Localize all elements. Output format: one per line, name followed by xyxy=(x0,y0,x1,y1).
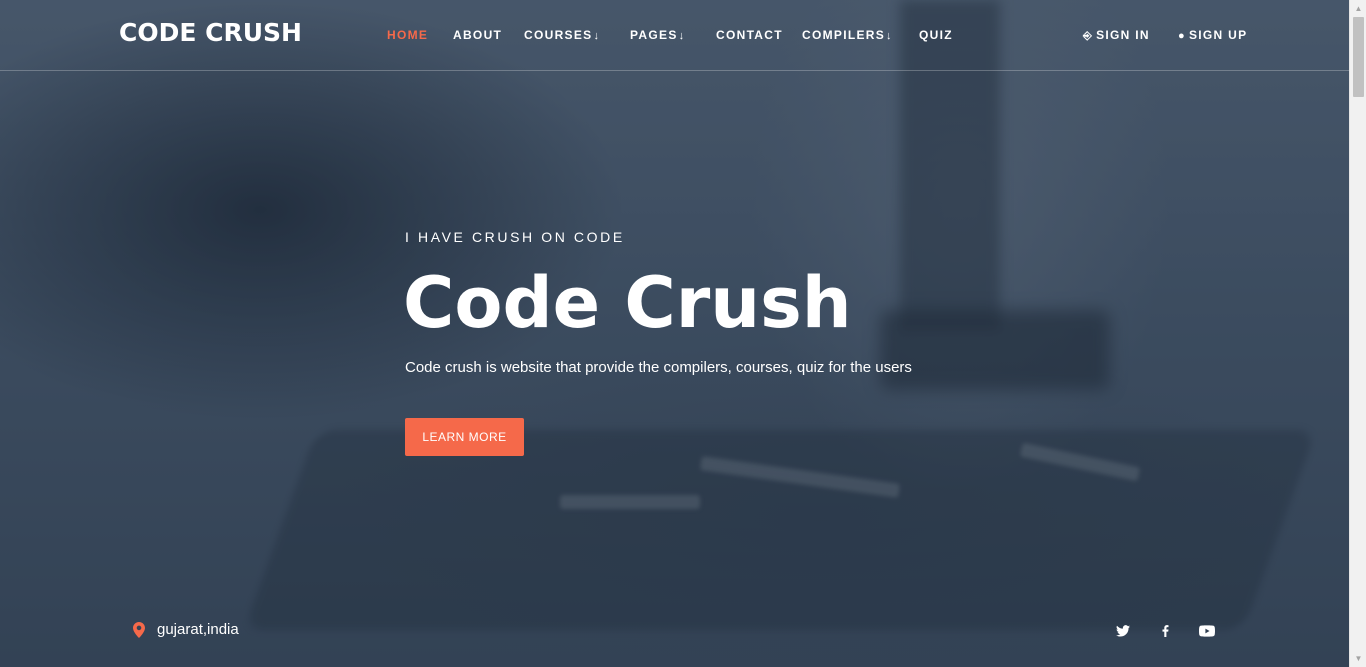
nav-pages-label: PAGES xyxy=(630,28,678,42)
nav-contact-label: CONTACT xyxy=(716,28,783,42)
user-icon: ● xyxy=(1178,30,1186,42)
login-icon: ⎆ xyxy=(1083,30,1094,42)
facebook-link[interactable] xyxy=(1155,622,1175,640)
sign-in-label: SIGN IN xyxy=(1096,28,1150,42)
nav-contact[interactable]: CONTACT xyxy=(716,28,783,42)
sign-in-link[interactable]: ⎆ SIGN IN xyxy=(1083,28,1150,43)
scroll-up-arrow-icon[interactable]: ▲ xyxy=(1350,0,1366,17)
arrow-down-icon: ↓ xyxy=(678,30,686,42)
sign-up-label: SIGN UP xyxy=(1188,28,1248,42)
hero-tagline: I HAVE CRUSH ON CODE xyxy=(405,229,625,245)
sign-up-link[interactable]: ● SIGN UP xyxy=(1178,28,1247,42)
twitter-icon xyxy=(1116,625,1130,637)
hero-section: I HAVE CRUSH ON CODE Code Crush Code cru… xyxy=(0,0,1349,667)
navbar: CODE CRUSH HOME ABOUT COURSES↓ PAGES↓ CO… xyxy=(0,0,1349,71)
scrollbar[interactable]: ▲ ▼ xyxy=(1349,0,1366,667)
nav-compilers-label: COMPILERS xyxy=(802,28,886,42)
nav-home-label: HOME xyxy=(387,28,429,42)
nav-courses-label: COURSES xyxy=(524,28,593,42)
learn-more-button[interactable]: LEARN MORE xyxy=(405,418,524,456)
site-logo[interactable]: CODE CRUSH xyxy=(119,18,302,47)
scroll-down-arrow-icon[interactable]: ▼ xyxy=(1350,650,1366,667)
arrow-down-icon: ↓ xyxy=(593,30,601,42)
twitter-link[interactable] xyxy=(1113,622,1133,640)
map-pin-icon xyxy=(133,621,145,638)
youtube-link[interactable] xyxy=(1197,622,1217,640)
nav-about[interactable]: ABOUT xyxy=(453,28,502,42)
youtube-icon xyxy=(1199,625,1215,637)
location-text: gujarat,india xyxy=(157,621,239,638)
hero-title: Code Crush xyxy=(403,262,852,344)
scroll-thumb[interactable] xyxy=(1353,17,1364,97)
arrow-down-icon: ↓ xyxy=(886,30,893,42)
nav-pages[interactable]: PAGES↓ xyxy=(630,28,685,42)
nav-quiz-label: QUIZ xyxy=(919,28,953,42)
nav-courses[interactable]: COURSES↓ xyxy=(524,28,600,42)
hero-description: Code crush is website that provide the c… xyxy=(405,359,912,376)
location: gujarat,india xyxy=(133,621,239,638)
facebook-icon xyxy=(1162,625,1168,637)
nav-about-label: ABOUT xyxy=(453,28,503,42)
nav-compilers[interactable]: COMPILERS↓ xyxy=(802,28,893,42)
nav-home[interactable]: HOME xyxy=(387,28,428,42)
nav-quiz[interactable]: QUIZ xyxy=(919,28,953,42)
